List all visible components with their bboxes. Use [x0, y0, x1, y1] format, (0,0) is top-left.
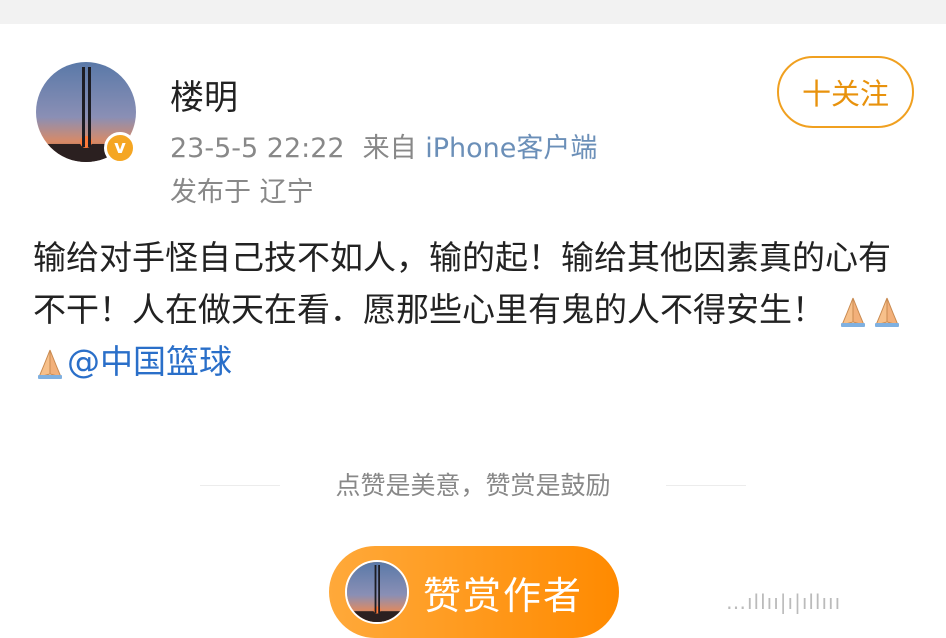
post-text: 输给对手怪自己技不如人，输的起！输给其他因素真的心有不干！人在做天在看．愿那些心…: [33, 238, 891, 329]
post-timestamp: 23-5-5 22:22: [170, 133, 345, 164]
reward-tip: 点赞是美意，赞赏是鼓励: [335, 471, 611, 500]
reward-author-button[interactable]: 赞赏作者: [329, 546, 619, 638]
watermark: …ıllıı|ı|ıllııı: [726, 590, 842, 614]
reward-button-label: 赞赏作者: [423, 573, 584, 618]
source-client[interactable]: iPhone客户端: [425, 133, 597, 164]
reward-avatar: [345, 560, 409, 624]
folded-hands-icon: [870, 295, 904, 329]
username[interactable]: 楼明: [170, 70, 238, 119]
folded-hands-icon: [33, 347, 67, 381]
top-strip: [0, 0, 946, 24]
follow-button[interactable]: 十关注: [777, 56, 914, 128]
verified-badge-icon: v: [104, 132, 136, 164]
post-location: 发布于 辽宁: [170, 177, 314, 208]
post-meta: 23-5-5 22:22 来自 iPhone客户端: [170, 126, 597, 165]
mention-link[interactable]: @中国篮球: [67, 342, 232, 381]
post-content: 输给对手怪自己技不如人，输的起！输给其他因素真的心有不干！人在做天在看．愿那些心…: [33, 232, 913, 388]
folded-hands-icon: [836, 295, 870, 329]
source-prefix: 来自: [362, 133, 417, 164]
